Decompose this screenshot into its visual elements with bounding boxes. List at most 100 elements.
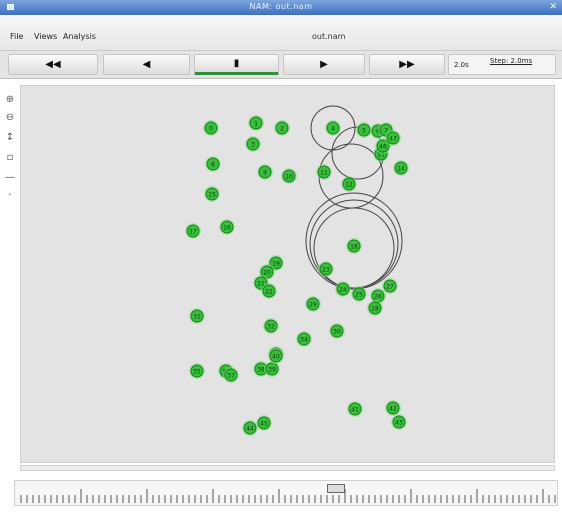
node-label: 32: [267, 324, 275, 331]
node-label: 40: [272, 354, 280, 361]
network-node[interactable]: 5: [356, 122, 372, 138]
rewind-button[interactable]: ◀◀: [8, 54, 98, 75]
node-label: 39: [268, 367, 276, 374]
tool-strip: ⊕ ⊖ ↕ ▫ — ·: [3, 92, 17, 202]
node-label: 35: [193, 369, 201, 376]
node-label: 43: [395, 420, 403, 427]
network-node[interactable]: 10: [281, 168, 297, 184]
node-label: 34: [300, 337, 308, 344]
zoom-in-icon[interactable]: ⊕: [4, 94, 16, 106]
menu-file[interactable]: File: [10, 32, 23, 41]
node-label: 23: [322, 267, 330, 274]
node-label: 22: [265, 289, 273, 296]
file-name: out.nam: [312, 32, 346, 41]
node-label: 9: [263, 170, 267, 177]
fast-forward-button[interactable]: ▶▶: [369, 54, 445, 75]
node-label: 2: [280, 126, 284, 133]
node-label: 37: [227, 373, 235, 380]
network-node[interactable]: 42: [385, 400, 401, 416]
network-node[interactable]: 18: [346, 238, 362, 254]
stop-button[interactable]: ▮: [194, 54, 279, 75]
node-label: 42: [389, 406, 397, 413]
node-label: 25: [355, 292, 363, 299]
node-label: 4: [331, 126, 335, 133]
network-node[interactable]: 32: [263, 318, 279, 334]
node-label: 38: [257, 367, 265, 374]
link-icon[interactable]: ·: [4, 190, 16, 202]
network-node[interactable]: 22: [261, 283, 277, 299]
network-node[interactable]: 35: [189, 363, 205, 379]
zoom-out-icon[interactable]: ⊖: [4, 112, 16, 124]
node-label: 11: [320, 170, 328, 177]
network-node[interactable]: 23: [318, 261, 334, 277]
select-icon[interactable]: ▫: [4, 152, 16, 164]
node-label: 18: [350, 244, 358, 251]
menu-bar: File Views Analysis out.nam: [0, 15, 562, 51]
time-label: 2.0s: [454, 61, 469, 69]
node-label: 8: [211, 162, 215, 169]
network-node[interactable]: 41: [347, 401, 363, 417]
node-label: 31: [193, 314, 201, 321]
network-node[interactable]: 8: [205, 156, 221, 172]
network-node[interactable]: 34: [296, 331, 312, 347]
network-node[interactable]: 47: [385, 130, 401, 146]
node-label: 0: [209, 126, 213, 133]
node-label: 45: [260, 421, 268, 428]
node-label: 24: [339, 287, 347, 294]
node-label: 17: [189, 229, 197, 236]
node-label: 15: [208, 192, 216, 199]
node-label: 14: [397, 166, 405, 173]
network-node[interactable]: 14: [393, 160, 409, 176]
network-node[interactable]: 15: [204, 186, 220, 202]
node-label: 12: [345, 182, 353, 189]
node-label: 5: [362, 128, 366, 135]
network-node[interactable]: 28: [367, 300, 383, 316]
menu-views[interactable]: Views: [34, 32, 57, 41]
step-label[interactable]: Step: 2.0ms: [490, 57, 532, 65]
close-icon[interactable]: ✕: [549, 2, 557, 12]
node-label: 19: [272, 261, 280, 268]
network-node[interactable]: 1: [248, 115, 264, 131]
node-label: 26: [374, 294, 382, 301]
network-node[interactable]: 30: [329, 323, 345, 339]
pan-icon[interactable]: ↕: [4, 132, 16, 144]
timeline-ticks: [20, 489, 556, 503]
network-node[interactable]: 43: [391, 414, 407, 430]
network-node[interactable]: 29: [305, 296, 321, 312]
control-bar: ◀◀ ◀ ▮ ▶ ▶▶ 2.0s Step: 2.0ms: [0, 51, 562, 79]
menu-analysis[interactable]: Analysis: [63, 32, 96, 41]
network-node[interactable]: 27: [382, 278, 398, 294]
node-label: 3: [251, 142, 255, 149]
network-node[interactable]: 37: [223, 367, 239, 383]
title-bar: NAM: out.nam ✕: [0, 0, 562, 15]
network-node[interactable]: 24: [335, 281, 351, 297]
network-topology[interactable]: 01234 5 6 789101112131415161718192021222324…: [21, 86, 556, 464]
node-label: 29: [309, 302, 317, 309]
network-node[interactable]: 4: [325, 120, 341, 136]
network-node[interactable]: 16: [219, 219, 235, 235]
node-label: 44: [246, 426, 254, 433]
network-node[interactable]: 45: [256, 415, 272, 431]
network-node[interactable]: 2: [274, 120, 290, 136]
network-node[interactable]: 9: [257, 164, 273, 180]
node-label: 16: [223, 225, 231, 232]
network-node[interactable]: 25: [351, 286, 367, 302]
timeline-handle[interactable]: [327, 484, 345, 493]
network-node[interactable]: 44: [242, 420, 258, 436]
back-button[interactable]: ◀: [103, 54, 190, 75]
network-node[interactable]: 0: [203, 120, 219, 136]
simulation-canvas[interactable]: 0 1 2 3 4 5 6 7 8 9 10 11 12 13 14 15 16 17 18 19 20 21 22 23 24…: [20, 85, 555, 463]
window-title: NAM: out.nam: [249, 2, 313, 11]
network-node[interactable]: 11: [316, 164, 332, 180]
node-label: 20: [263, 270, 271, 277]
network-node[interactable]: 31: [189, 308, 205, 324]
network-node[interactable]: 12: [341, 176, 357, 192]
network-node[interactable]: 40: [268, 348, 284, 364]
timeline-slider[interactable]: [14, 480, 558, 506]
play-button[interactable]: ▶: [283, 54, 365, 75]
horizontal-scrollbar[interactable]: [20, 465, 555, 471]
edit-icon[interactable]: —: [4, 172, 16, 184]
network-node[interactable]: 17: [185, 223, 201, 239]
network-node[interactable]: 3: [245, 136, 261, 152]
node-label: 41: [351, 407, 359, 414]
